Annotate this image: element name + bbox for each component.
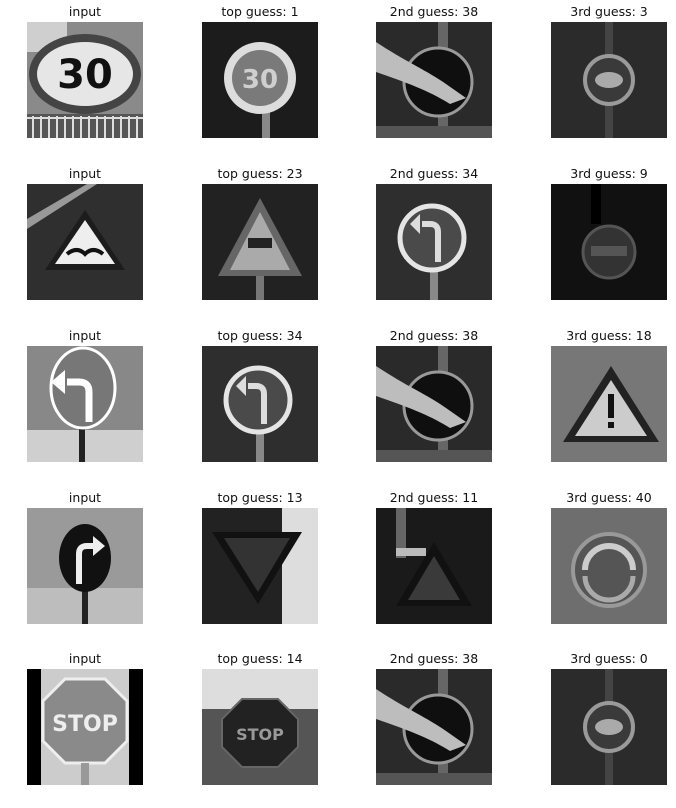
svg-text:STOP: STOP xyxy=(52,712,118,737)
guess-caption: 2nd guess: 38 xyxy=(389,4,479,19)
guess-image xyxy=(551,346,667,462)
input-caption: input xyxy=(68,651,102,666)
guess-caption: 3rd guess: 3 xyxy=(570,4,648,19)
guess-image xyxy=(551,669,667,785)
guess-caption: 2nd guess: 38 xyxy=(389,328,479,343)
guess-caption: top guess: 14 xyxy=(217,651,303,666)
guess-image xyxy=(202,508,318,624)
svg-text:STOP: STOP xyxy=(236,725,284,744)
guess-caption: top guess: 13 xyxy=(217,490,303,505)
svg-text:30: 30 xyxy=(242,65,278,95)
guess-image xyxy=(376,508,492,624)
input-caption: input xyxy=(68,328,102,343)
guess-caption: 3rd guess: 9 xyxy=(570,166,648,181)
guess-caption: top guess: 23 xyxy=(217,166,303,181)
input-image: STOP xyxy=(27,669,143,785)
guess-caption: 2nd guess: 11 xyxy=(389,490,479,505)
guess-image: 30 xyxy=(202,22,318,138)
input-image xyxy=(27,346,143,462)
guess-image xyxy=(551,184,667,300)
input-image: 30 xyxy=(27,22,143,138)
svg-text:30: 30 xyxy=(57,52,113,98)
guess-image xyxy=(202,184,318,300)
input-caption: input xyxy=(68,166,102,181)
guess-caption: 2nd guess: 38 xyxy=(389,651,479,666)
guess-image: STOP xyxy=(202,669,318,785)
input-caption: input xyxy=(68,490,102,505)
guess-image xyxy=(202,346,318,462)
input-image xyxy=(27,508,143,624)
guess-caption: 2nd guess: 34 xyxy=(389,166,479,181)
guess-caption: 3rd guess: 18 xyxy=(566,328,652,343)
guess-image xyxy=(551,22,667,138)
guess-caption: 3rd guess: 40 xyxy=(566,490,652,505)
guess-caption: 3rd guess: 0 xyxy=(570,651,648,666)
guess-caption: top guess: 1 xyxy=(221,4,299,19)
input-caption: input xyxy=(68,4,102,19)
guess-image xyxy=(376,22,492,138)
guess-image xyxy=(376,669,492,785)
guess-image xyxy=(551,508,667,624)
guess-caption: top guess: 34 xyxy=(217,328,303,343)
guess-image xyxy=(376,346,492,462)
input-image xyxy=(27,184,143,300)
guess-image xyxy=(376,184,492,300)
